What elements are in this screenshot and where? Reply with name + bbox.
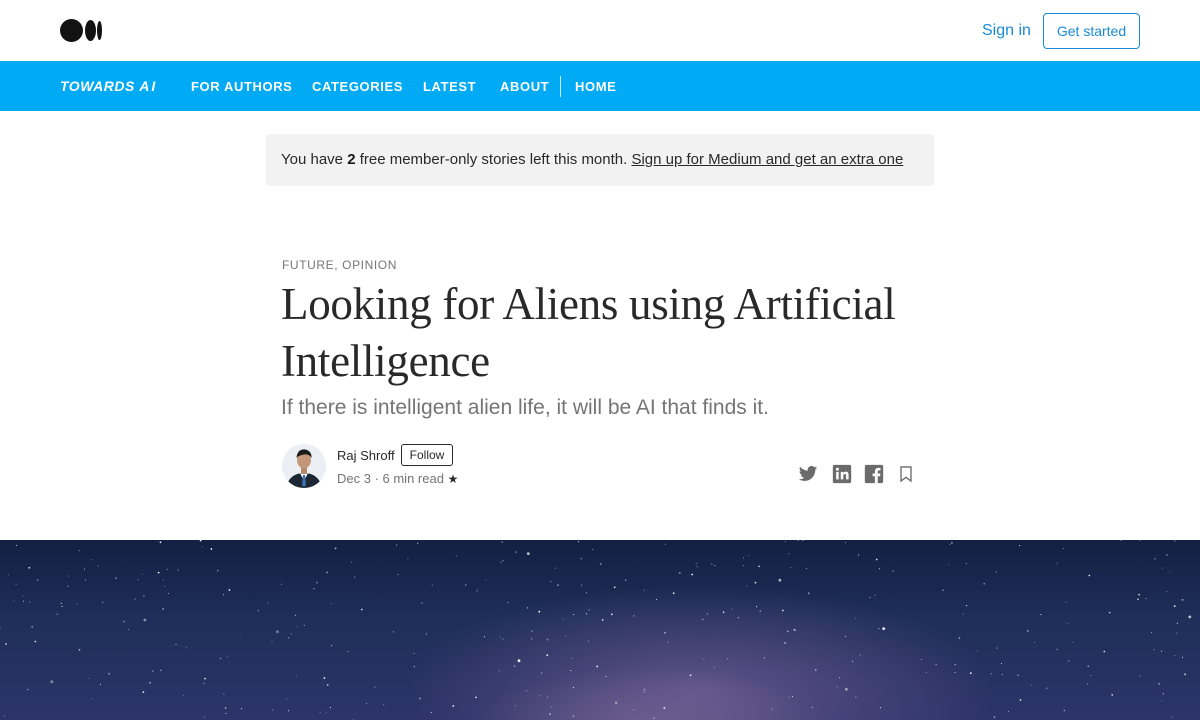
medium-logo-icon[interactable] bbox=[60, 19, 102, 42]
nav-categories[interactable]: CATEGORIES bbox=[312, 79, 403, 94]
facebook-icon[interactable] bbox=[864, 464, 884, 484]
follow-button[interactable]: Follow bbox=[401, 444, 453, 466]
twitter-icon[interactable] bbox=[798, 464, 818, 484]
banner-suffix: free member-only stories left this month… bbox=[355, 151, 632, 168]
member-star-icon: ★ bbox=[447, 472, 459, 486]
nav-about[interactable]: ABOUT bbox=[500, 79, 549, 94]
member-stories-banner: You have 2 free member-only stories left… bbox=[266, 134, 934, 186]
avatar[interactable] bbox=[282, 444, 326, 488]
publication-logo-part2: AI bbox=[139, 78, 158, 94]
hero-image-starry-sky bbox=[0, 540, 1200, 720]
publication-logo-part1: TOWARDS bbox=[60, 78, 135, 94]
nav-latest[interactable]: LATEST bbox=[423, 79, 476, 94]
nav-home[interactable]: HOME bbox=[575, 79, 616, 94]
nav-divider bbox=[560, 76, 561, 97]
linkedin-icon[interactable] bbox=[832, 464, 852, 484]
publish-date-readtime: Dec 3 · 6 min read bbox=[337, 471, 444, 486]
bookmark-icon[interactable] bbox=[896, 464, 916, 484]
article-title: Looking for Aliens using Artificial Inte… bbox=[281, 279, 896, 386]
star-field bbox=[0, 540, 1192, 720]
sign-up-link[interactable]: Sign up for Medium and get an extra one bbox=[631, 151, 903, 168]
get-started-button[interactable]: Get started bbox=[1043, 13, 1140, 49]
author-name[interactable]: Raj Shroff bbox=[337, 448, 395, 463]
sign-in-link[interactable]: Sign in bbox=[982, 22, 1031, 40]
article-meta: Dec 3 · 6 min read ★ bbox=[337, 471, 458, 486]
top-bar: Sign in Get started bbox=[0, 0, 1200, 61]
banner-text: You have 2 free member-only stories left… bbox=[281, 151, 903, 168]
publication-nav: TOWARDS AI FOR AUTHORS CATEGORIES LATEST… bbox=[0, 61, 1200, 111]
article-tags[interactable]: FUTURE, OPINION bbox=[282, 258, 397, 272]
author-avatar-image bbox=[282, 444, 326, 488]
banner-prefix: You have bbox=[281, 151, 348, 168]
article-subtitle: If there is intelligent alien life, it w… bbox=[281, 396, 769, 419]
banner-count: 2 bbox=[347, 151, 356, 168]
nav-for-authors[interactable]: FOR AUTHORS bbox=[191, 79, 292, 94]
publication-logo[interactable]: TOWARDS AI bbox=[60, 78, 157, 94]
